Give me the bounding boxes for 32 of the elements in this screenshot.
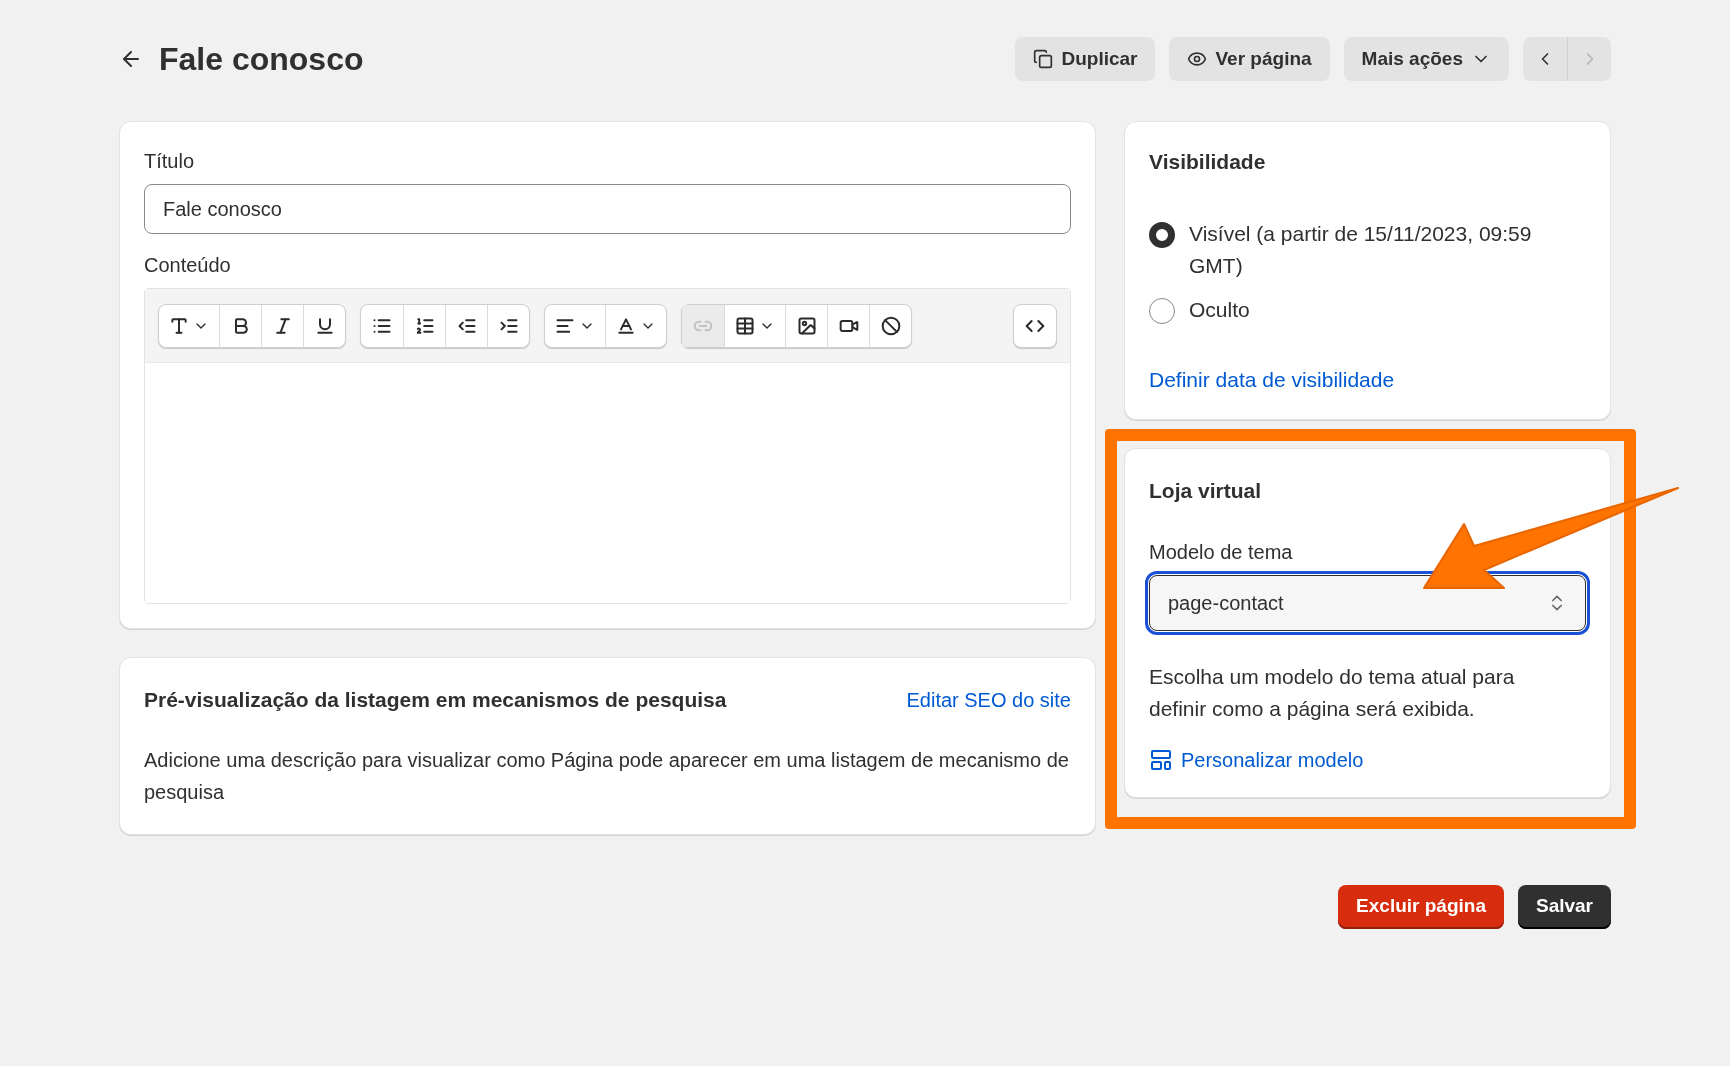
radio-button[interactable] xyxy=(1149,297,1175,324)
visibility-date-link[interactable]: Definir data de visibilidade xyxy=(1149,363,1586,395)
radio-button[interactable] xyxy=(1149,221,1175,248)
page-title: Fale conosco xyxy=(159,40,364,79)
template-icon xyxy=(1149,747,1173,772)
edit-seo-link[interactable]: Editar SEO do site xyxy=(906,684,1071,715)
seo-title: Pré-visualização da listagem em mecanismos de pesquisa xyxy=(144,687,727,713)
content-label: Conteúdo xyxy=(144,253,232,278)
customize-template-link[interactable]: Personalizar modelo xyxy=(1149,744,1586,775)
underline-icon xyxy=(314,315,335,336)
radio-label: Oculto xyxy=(1189,296,1250,323)
template-help-text: Escolha um modelo do tema atual para definir como a página será exibida. xyxy=(1149,663,1516,722)
table-icon xyxy=(735,315,755,336)
title-input[interactable]: Fale conosco xyxy=(144,184,1071,234)
radio-label: Visível (a partir de 15/11/2023, 09:59 GMT) xyxy=(1189,220,1533,279)
save-button[interactable]: Salvar xyxy=(1517,884,1611,929)
template-label: Modelo de tema xyxy=(1149,539,1294,565)
duplicate-icon xyxy=(1033,49,1054,69)
title-label: Título xyxy=(144,149,196,174)
duplicate-button[interactable]: Duplicar xyxy=(1015,37,1156,81)
eye-icon xyxy=(1187,49,1208,69)
view-button[interactable]: Ver página xyxy=(1169,37,1330,81)
store-title: Loja virtual xyxy=(1149,478,1263,504)
more-button[interactable]: Mais ações xyxy=(1343,37,1509,81)
numbered-list-icon xyxy=(414,315,435,336)
seo-description: Adicione uma descrição para visualizar como Página pode aparecer em uma listagem de mecanismo de pesquisa xyxy=(144,747,1070,805)
font-icon xyxy=(169,315,189,336)
image-icon xyxy=(796,315,817,336)
visibility-title: Visibilidade xyxy=(1149,149,1267,175)
text-color-icon xyxy=(616,315,636,336)
delete-button[interactable]: Excluir página xyxy=(1338,884,1504,929)
prohibited-icon xyxy=(880,315,901,336)
